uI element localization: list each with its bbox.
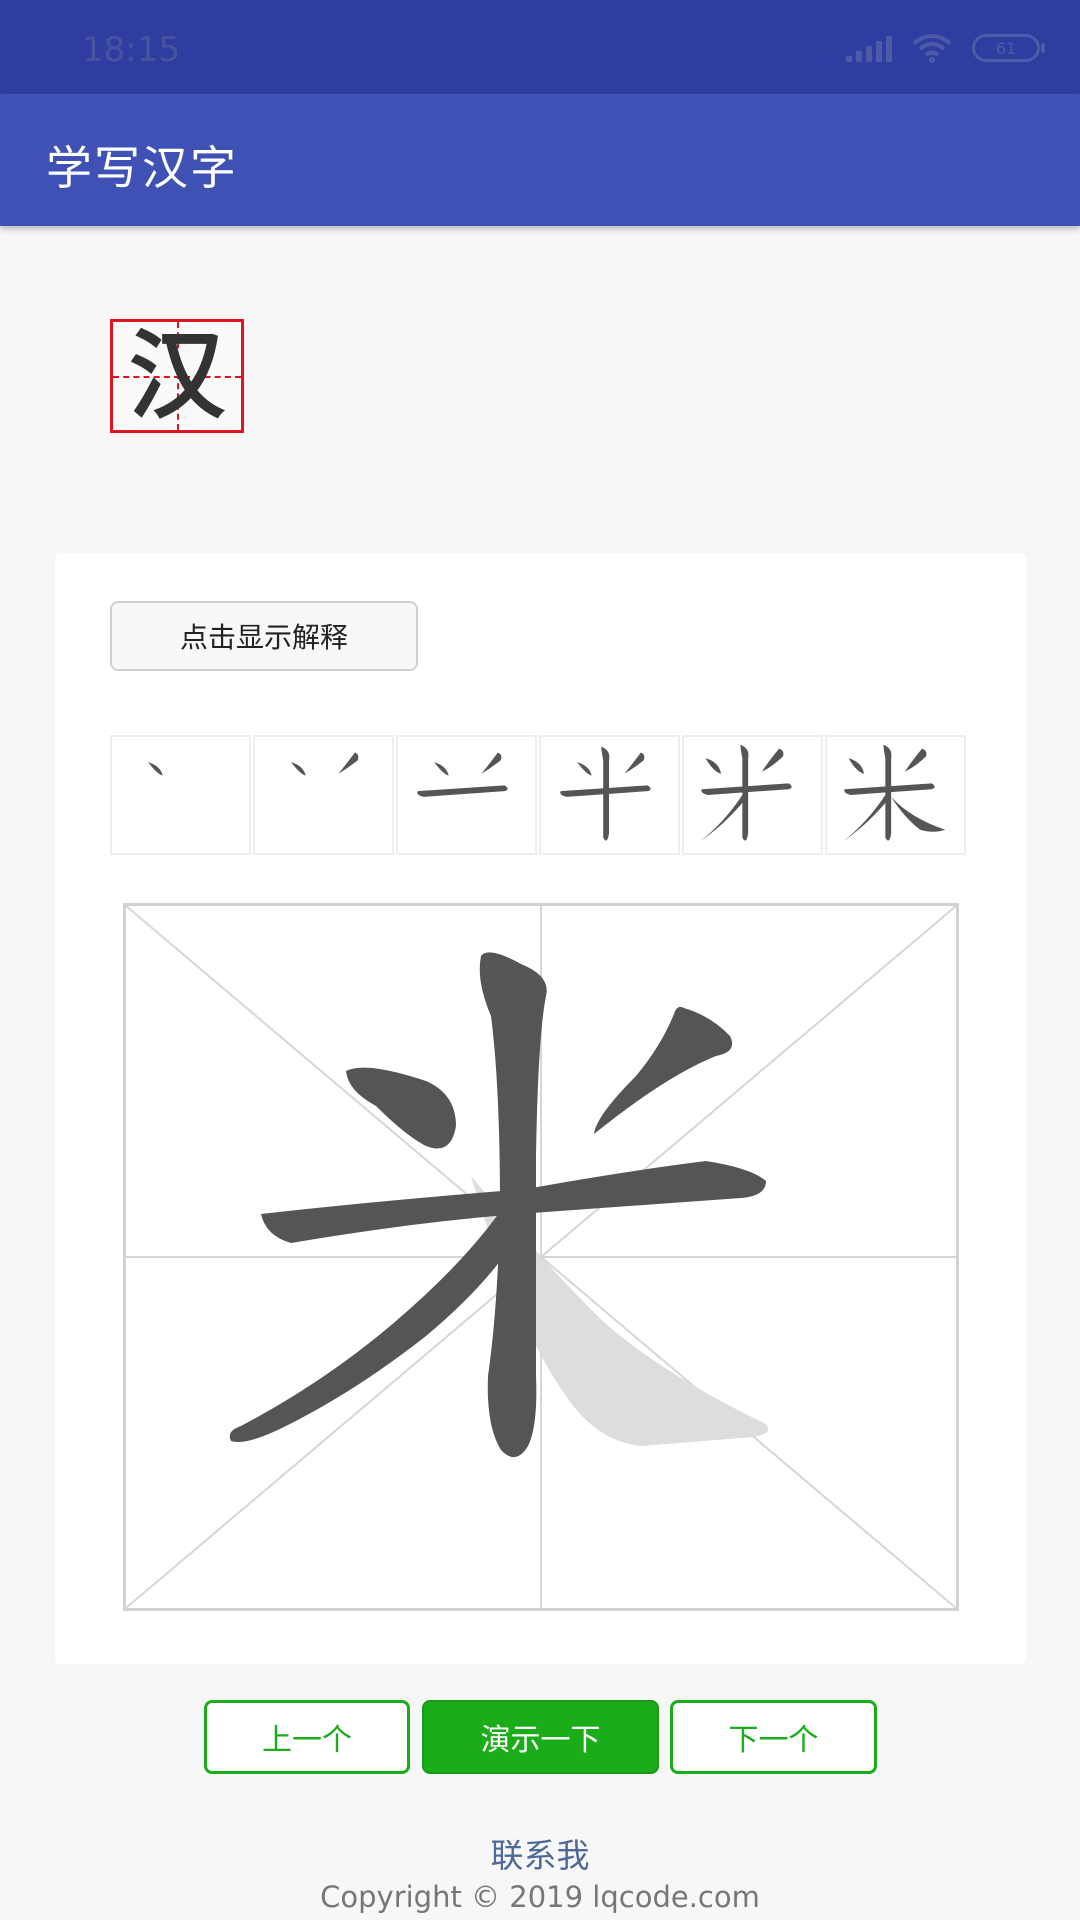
stroke-step-1 (110, 735, 251, 855)
show-explanation-button[interactable]: 点击显示解释 (110, 601, 418, 671)
wifi-icon (912, 33, 952, 63)
current-character-box[interactable]: 汉 (110, 319, 244, 433)
stroke-step-3 (396, 735, 537, 855)
previous-button[interactable]: 上一个 (204, 1700, 410, 1774)
current-character: 汉 (129, 320, 225, 432)
status-bar: 18:15 61 (0, 0, 1080, 94)
status-icons: 61 (846, 33, 1045, 63)
stroke-step-2 (253, 735, 394, 855)
app-title: 学写汉字 (46, 141, 238, 195)
status-time: 18:15 (82, 30, 180, 70)
stroke-step-6 (825, 735, 966, 855)
stroke-left-falling (229, 1206, 518, 1442)
stroke-dot-right (594, 1006, 733, 1134)
copyright-text: Copyright © 2019 lqcode.com (320, 1880, 760, 1914)
stroke-order-strip (110, 735, 970, 855)
app-bar: 学写汉字 (0, 94, 1080, 226)
next-button[interactable]: 下一个 (670, 1700, 877, 1774)
signal-icon (846, 34, 892, 62)
demo-button[interactable]: 演示一下 (422, 1700, 659, 1774)
stroke-dot-left (346, 1067, 456, 1149)
contact-link[interactable]: 联系我 (0, 1829, 1080, 1877)
stroke-step-5 (682, 735, 823, 855)
stroke-step-4 (539, 735, 680, 855)
battery-level: 61 (995, 38, 1017, 58)
writing-practice-grid[interactable] (123, 903, 959, 1611)
practice-card: 点击显示解释 (55, 553, 1026, 1664)
battery-icon: 61 (972, 34, 1045, 62)
